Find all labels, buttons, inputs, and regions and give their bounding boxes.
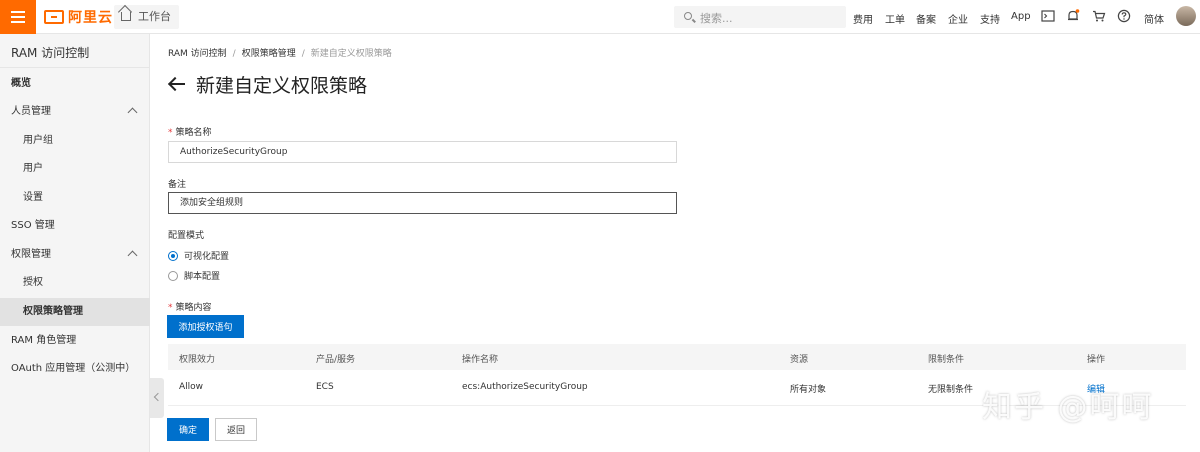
breadcrumb: RAM 访问控制 / 权限策略管理 / 新建自定义权限策略	[168, 46, 392, 59]
radio-label: 脚本配置	[184, 272, 221, 282]
search-icon	[684, 12, 692, 20]
sidebar-item-roles[interactable]: RAM 角色管理	[0, 327, 150, 355]
sidebar-item-groups[interactable]: 用户组	[0, 127, 150, 155]
sidebar-item-label: RAM 角色管理	[11, 335, 77, 346]
sidebar-item-users[interactable]: 用户	[0, 155, 150, 183]
language-switch[interactable]: 简体	[1144, 11, 1164, 26]
breadcrumb-item-current: 新建自定义权限策略	[310, 49, 392, 59]
sidebar-title: RAM 访问控制	[11, 46, 90, 60]
sidebar-item-label: 用户组	[23, 135, 53, 146]
breadcrumb-item-policies[interactable]: 权限策略管理	[242, 49, 296, 59]
nav-app[interactable]: App	[1011, 11, 1031, 22]
sidebar-item-label: 用户	[23, 163, 43, 174]
policy-name-value: AuthorizeSecurityGroup	[180, 147, 288, 157]
page-title: 新建自定义权限策略	[196, 74, 368, 97]
workbench-button[interactable]: 工作台	[114, 5, 179, 29]
sidebar-item-oauth[interactable]: OAuth 应用管理（公测中）	[0, 355, 150, 383]
menu-icon[interactable]	[0, 0, 36, 34]
search-placeholder: 搜索...	[700, 12, 733, 25]
search-input[interactable]: 搜索...	[674, 6, 846, 28]
page-header: 新建自定义权限策略	[168, 70, 367, 98]
column-header-condition: 限制条件	[928, 355, 965, 365]
mode-label: 配置模式	[168, 231, 205, 241]
aliyun-logo[interactable]: 阿里云	[44, 8, 113, 26]
policy-name-input[interactable]: AuthorizeSecurityGroup	[168, 141, 677, 163]
logo-text: 阿里云	[68, 10, 113, 26]
policy-content-label-text: 策略内容	[175, 303, 212, 313]
radio-visual-mode[interactable]: 可视化配置	[168, 249, 229, 262]
sidebar-item-grants[interactable]: 授权	[0, 269, 150, 297]
sidebar-item-label: 概览	[11, 78, 31, 89]
watermark: 知乎 @呵呵	[982, 390, 1154, 425]
cell-resource: 所有对象	[790, 385, 827, 395]
bell-icon[interactable]	[1066, 9, 1080, 23]
back-arrow-icon[interactable]	[168, 76, 186, 92]
sidebar-item-identities[interactable]: 人员管理	[0, 98, 150, 126]
column-header-operation: 操作	[1087, 355, 1106, 365]
nav-support[interactable]: 支持	[980, 11, 1000, 26]
required-mark: *	[168, 128, 173, 138]
note-label: 备注	[168, 180, 187, 190]
sidebar-collapse-handle[interactable]	[150, 378, 164, 418]
radio-script-mode[interactable]: 脚本配置	[168, 269, 220, 282]
logo-mark-icon	[44, 10, 64, 24]
sidebar-item-label: OAuth 应用管理（公测中）	[11, 363, 136, 374]
cart-icon[interactable]	[1092, 9, 1106, 23]
sidebar-item-label: 授权	[23, 277, 43, 288]
radio-unchecked-icon	[168, 270, 178, 281]
sidebar-item-label: SSO 管理	[11, 220, 55, 231]
sidebar-item-label: 权限管理	[11, 249, 51, 260]
radio-label: 可视化配置	[184, 252, 230, 262]
sidebar-item-policies[interactable]: 权限策略管理	[0, 298, 150, 326]
sidebar-item-sso[interactable]: SSO 管理	[0, 212, 150, 240]
column-header-effect: 权限效力	[179, 355, 216, 365]
add-statement-button[interactable]: 添加授权语句	[167, 315, 244, 338]
back-button[interactable]: 返回	[215, 418, 257, 441]
avatar[interactable]	[1176, 6, 1196, 26]
nav-enterprise[interactable]: 企业	[948, 11, 968, 26]
column-header-service: 产品/服务	[316, 355, 356, 365]
policy-name-label: * 策略名称	[168, 125, 212, 138]
note-value: 添加安全组规则	[180, 198, 244, 208]
cell-effect: Allow	[179, 382, 204, 392]
column-header-resource: 资源	[790, 355, 809, 365]
chevron-up-icon	[127, 250, 138, 261]
nav-icp[interactable]: 备案	[916, 11, 936, 26]
policy-name-label-text: 策略名称	[175, 128, 212, 138]
nav-billing[interactable]: 费用	[853, 11, 873, 26]
sidebar-item-label: 设置	[23, 192, 43, 203]
top-navbar: 阿里云 工作台 搜索... 费用 工单 备案 企业 支持 App 简体	[0, 0, 1200, 34]
help-icon[interactable]	[1117, 9, 1131, 23]
radio-checked-icon	[168, 250, 178, 261]
sidebar-item-label: 人员管理	[11, 106, 51, 117]
sidebar-item-label: 权限策略管理	[23, 306, 83, 317]
breadcrumb-item-ram[interactable]: RAM 访问控制	[168, 49, 227, 59]
cell-condition: 无限制条件	[928, 385, 974, 395]
cell-service: ECS	[316, 382, 334, 392]
sidebar-divider	[0, 67, 150, 68]
column-header-action: 操作名称	[462, 355, 499, 365]
breadcrumb-separator: /	[232, 49, 236, 59]
table-header: 权限效力 产品/服务 操作名称 资源 限制条件 操作	[168, 344, 1186, 370]
terminal-icon[interactable]	[1041, 9, 1055, 23]
required-mark: *	[168, 303, 173, 313]
workbench-label: 工作台	[138, 10, 171, 23]
nav-ticket[interactable]: 工单	[885, 11, 905, 26]
note-input[interactable]: 添加安全组规则	[168, 192, 677, 214]
confirm-button[interactable]: 确定	[167, 418, 209, 441]
breadcrumb-separator: /	[301, 49, 305, 59]
policy-content-label: * 策略内容	[168, 300, 212, 313]
sidebar-item-overview[interactable]: 概览	[0, 70, 150, 98]
sidebar: RAM 访问控制 概览 人员管理 用户组 用户 设置 SSO 管理 权限管理 授…	[0, 34, 150, 452]
sidebar-item-settings[interactable]: 设置	[0, 184, 150, 212]
home-icon	[121, 12, 131, 21]
sidebar-item-permissions[interactable]: 权限管理	[0, 241, 150, 269]
cell-action: ecs:AuthorizeSecurityGroup	[462, 382, 588, 392]
chevron-up-icon	[127, 107, 138, 118]
